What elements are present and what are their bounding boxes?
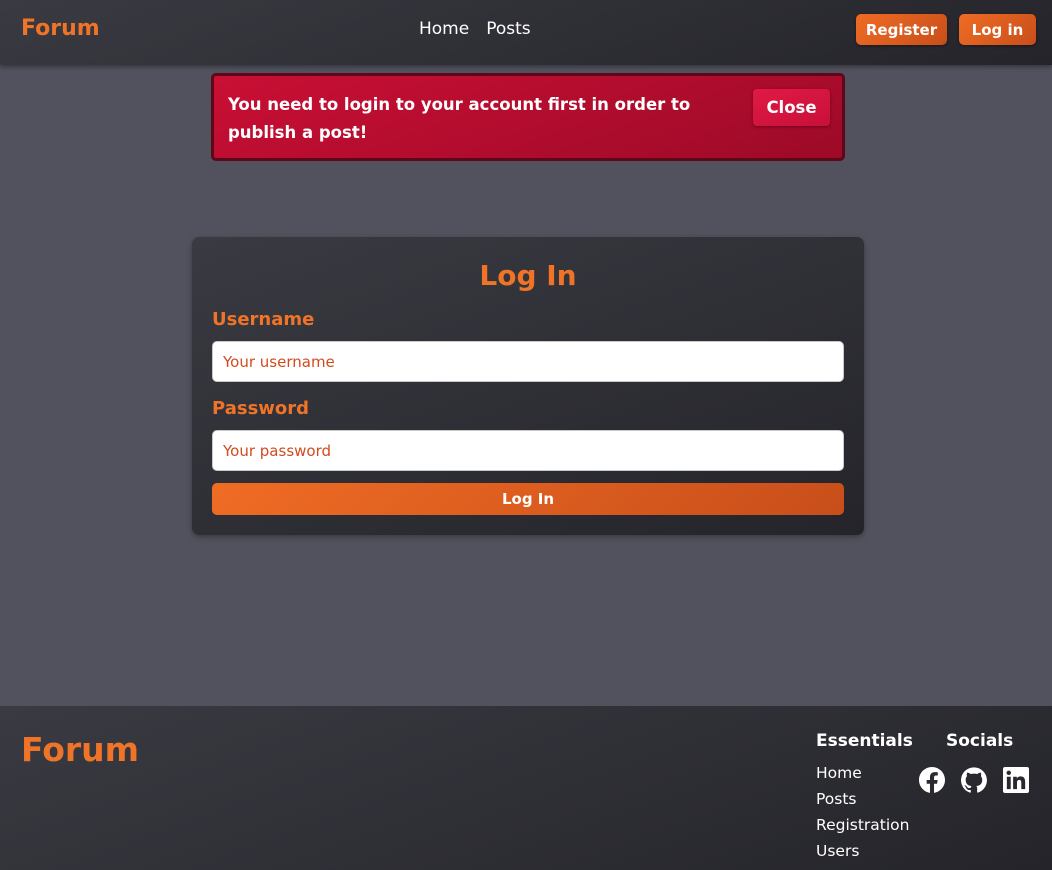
footer-essentials-links: Home Posts Registration Users	[816, 763, 909, 867]
footer-link-registration[interactable]: Registration	[816, 816, 909, 834]
password-label: Password	[212, 398, 310, 419]
brand-logo[interactable]: Forum	[21, 16, 100, 41]
nav-link-posts[interactable]: Posts	[486, 19, 530, 39]
username-label: Username	[212, 309, 315, 330]
login-button[interactable]: Log in	[959, 14, 1036, 45]
nav-link-home[interactable]: Home	[419, 19, 469, 39]
footer-brand-logo: Forum	[21, 730, 140, 769]
github-icon[interactable]	[961, 767, 987, 793]
username-input[interactable]	[212, 341, 844, 382]
login-required-alert: You need to login to your account first …	[211, 73, 845, 161]
footer-link-home[interactable]: Home	[816, 764, 862, 782]
footer-social-icons	[919, 767, 1029, 793]
footer-socials-heading: Socials	[946, 731, 1014, 751]
login-form: Log In Username Password Log In	[192, 237, 864, 535]
footer-link-users[interactable]: Users	[816, 842, 859, 860]
facebook-icon[interactable]	[919, 767, 945, 793]
login-submit-button[interactable]: Log In	[212, 483, 844, 515]
main-nav: Home Posts	[419, 19, 531, 39]
alert-close-button[interactable]: Close	[753, 89, 830, 126]
register-button[interactable]: Register	[856, 14, 947, 45]
password-input[interactable]	[212, 430, 844, 471]
site-footer: Forum Essentials Home Posts Registration…	[0, 706, 1052, 870]
footer-essentials-heading: Essentials	[816, 731, 913, 751]
footer-link-posts[interactable]: Posts	[816, 790, 857, 808]
alert-message: You need to login to your account first …	[228, 95, 691, 142]
top-navbar: Forum Home Posts Register Log in	[0, 0, 1052, 65]
linkedin-icon[interactable]	[1003, 767, 1029, 793]
login-form-title: Log In	[479, 259, 577, 292]
